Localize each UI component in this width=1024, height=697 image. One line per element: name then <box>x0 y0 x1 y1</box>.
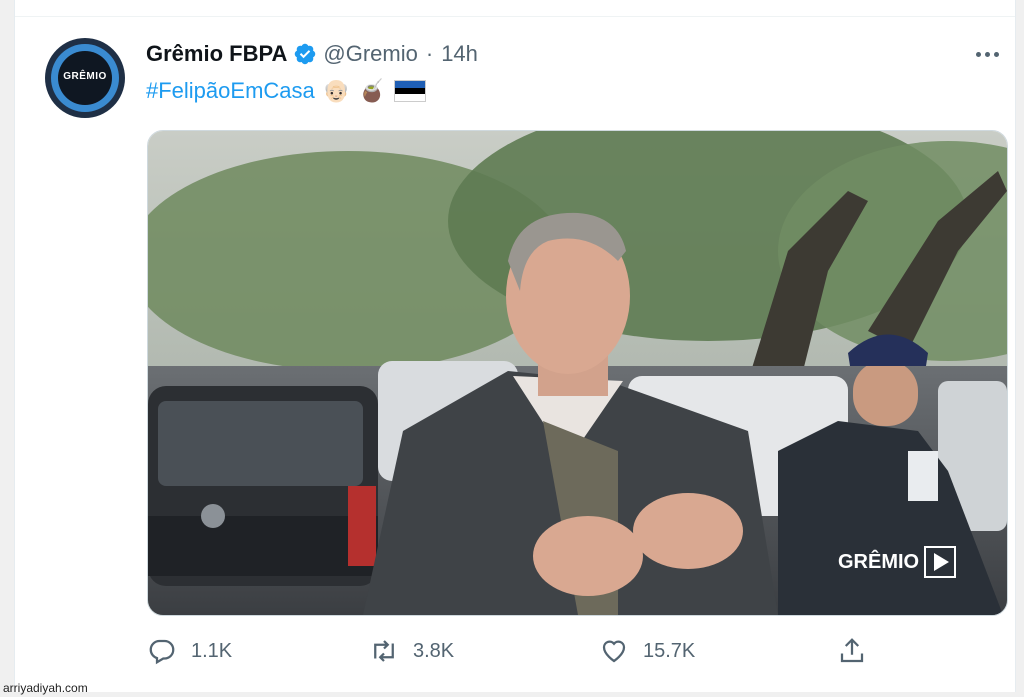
reply-icon <box>149 639 175 665</box>
like-count: 15.7K <box>643 639 696 662</box>
site-watermark: arriyadiyah.com <box>3 681 88 695</box>
video-frame: GRÊMIO <box>148 131 1007 615</box>
tweet-header: Grêmio FBPA @Gremio · 14h <box>146 40 478 68</box>
reply-button[interactable]: 1.1K <box>147 636 232 666</box>
retweet-icon <box>374 640 394 662</box>
tweet-card[interactable]: GRÊMIO Grêmio FBPA @Gremio · 14h #Felipã… <box>14 0 1016 692</box>
mate-emoji: 🧉 <box>358 78 386 103</box>
retweet-count: 3.8K <box>413 639 455 662</box>
reply-count: 1.1K <box>191 639 233 662</box>
verified-icon <box>293 42 317 66</box>
display-name[interactable]: Grêmio FBPA <box>146 41 287 67</box>
tweet-actions: 1.1K 3.8K 15.7K <box>147 636 887 672</box>
share-button[interactable] <box>837 636 867 666</box>
video-thumbnail[interactable]: GRÊMIO <box>147 130 1008 616</box>
tweet-text: #FelipãoEmCasa 👴🏻 🧉 <box>146 78 426 104</box>
more-icon[interactable] <box>967 40 1007 68</box>
retweet-button[interactable]: 3.8K <box>369 636 454 666</box>
like-icon <box>602 640 626 663</box>
video-logo-text: GRÊMIO <box>838 549 919 573</box>
like-button[interactable]: 15.7K <box>599 636 695 666</box>
estonia-flag-icon <box>393 80 426 102</box>
timestamp[interactable]: 14h <box>441 41 478 67</box>
handle[interactable]: @Gremio <box>323 41 417 67</box>
avatar-logo-text: GRÊMIO <box>63 71 107 82</box>
avatar[interactable]: GRÊMIO <box>45 38 125 118</box>
hashtag-link[interactable]: #FelipãoEmCasa <box>146 78 315 104</box>
old-man-emoji: 👴🏻 <box>322 78 351 103</box>
share-icon <box>840 638 864 663</box>
divider <box>15 16 1015 17</box>
separator: · <box>425 41 434 66</box>
